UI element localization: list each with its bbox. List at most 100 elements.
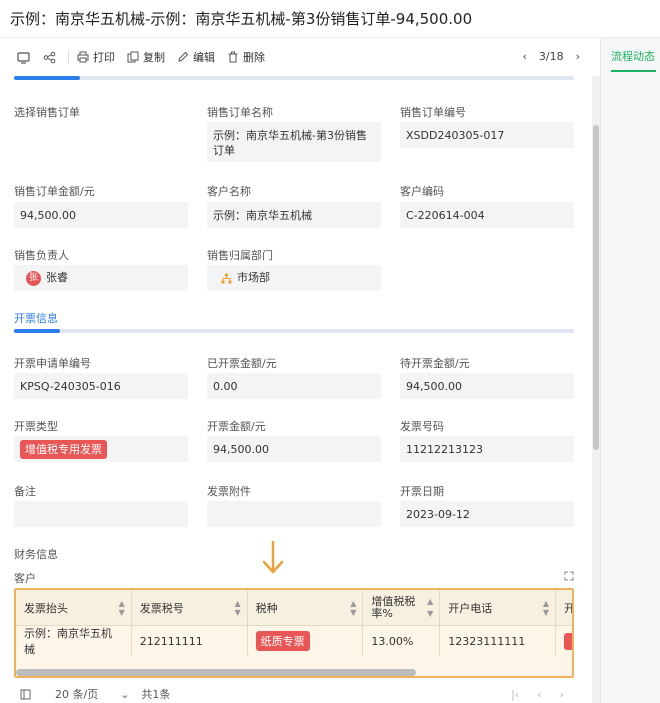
- copy-icon: [127, 51, 139, 63]
- prev-record-icon[interactable]: ‹: [522, 50, 526, 63]
- cell-title: 示例：南京华五机械: [16, 626, 132, 656]
- next-record-icon[interactable]: ›: [576, 50, 580, 63]
- invoice-attachment-label: 发票附件: [207, 485, 251, 498]
- sort-icon: ▲ ▼: [542, 598, 550, 617]
- copy-label: 复制: [143, 51, 165, 64]
- screen-icon[interactable]: [14, 48, 32, 66]
- table-row[interactable]: 示例：南京华五机械 212111111 纸质专票 13.00% 12323111…: [16, 626, 572, 656]
- printer-icon: [77, 51, 89, 63]
- order-number-label: 销售订单编号: [400, 106, 466, 119]
- cell-tax-type: 纸质专票: [248, 626, 364, 656]
- remark-label: 备注: [14, 485, 36, 498]
- customer-name-value: 示例：南京华五机械: [207, 202, 381, 228]
- horizontal-scrollbar[interactable]: [16, 669, 416, 676]
- column-header-phone[interactable]: 开户电话 ▲ ▼: [440, 590, 557, 625]
- select-order-label: 选择销售订单: [14, 106, 80, 119]
- prev-page-icon[interactable]: ‹: [537, 688, 541, 701]
- invoice-section-underline: [14, 329, 574, 333]
- customer-name-label: 客户名称: [207, 185, 251, 198]
- order-number-value: XSDD240305-017: [400, 122, 574, 148]
- column-header-more[interactable]: 开: [556, 590, 572, 625]
- sort-icon: ▲ ▼: [234, 598, 241, 617]
- page-size-select[interactable]: 20 条/页: [55, 686, 98, 702]
- print-button[interactable]: 打印: [77, 49, 115, 65]
- invoice-amount-value: 94,500.00: [207, 436, 381, 462]
- sales-owner-value: 张张睿: [14, 265, 188, 291]
- toolbar-divider: [68, 50, 69, 64]
- invoiced-amount-label: 已开票金额/元: [207, 357, 277, 370]
- order-amount-value: 94,500.00: [14, 202, 188, 228]
- invoice-date-value: 2023-09-12: [400, 501, 574, 527]
- order-name-value: 示例：南京华五机械-第3份销售订单: [207, 122, 381, 162]
- sales-owner-name: 张睿: [46, 271, 68, 284]
- invoice-type-label: 开票类型: [14, 420, 58, 433]
- order-section-underline: [14, 76, 574, 80]
- invoice-section-title: 开票信息: [14, 312, 58, 325]
- page-title: 示例：南京华五机械-示例：南京华五机械-第3份销售订单-94,500.00: [0, 0, 660, 38]
- org-chart-icon: [221, 273, 232, 283]
- remark-value: [14, 501, 188, 527]
- customer-code-label: 客户编码: [400, 185, 444, 198]
- tab-process-timeline[interactable]: 流程动态: [611, 48, 656, 72]
- column-header-vat-rate[interactable]: 增值税税率% ▲ ▼: [363, 590, 441, 625]
- print-label: 打印: [93, 51, 115, 64]
- invoiced-amount-value: 0.00: [207, 373, 381, 399]
- sort-icon: ▲ ▼: [350, 598, 357, 617]
- sales-dept-value: 市场部: [207, 265, 381, 291]
- tax-type-tag: 纸质专票: [255, 631, 310, 651]
- order-amount-label: 销售订单金额/元: [14, 185, 95, 198]
- delete-button[interactable]: 删除: [227, 49, 265, 65]
- column-header-tax-no[interactable]: 发票税号 ▲ ▼: [132, 590, 248, 625]
- invoice-type-tag: 增值税专用发票: [20, 440, 107, 459]
- right-panel: 流程动态: [600, 38, 660, 703]
- first-page-icon[interactable]: |‹: [511, 688, 519, 701]
- edit-button[interactable]: 编辑: [177, 49, 215, 65]
- customer-code-value: C-220614-004: [400, 202, 574, 228]
- pagination: |‹ ‹ ›: [511, 688, 564, 701]
- toolbar: 打印 复制 编辑 删除 ‹ 3/18 ›: [0, 42, 600, 72]
- invoice-request-no-value: KPSQ-240305-016: [14, 373, 188, 399]
- invoice-attachment-value: [207, 501, 381, 527]
- main-content: 选择销售订单 销售订单名称 示例：南京华五机械-第3份销售订单 销售订单编号 X…: [0, 76, 590, 703]
- delete-label: 删除: [243, 51, 265, 64]
- table-header: 发票抬头 ▲ ▼ 发票税号 ▲ ▼ 税种 ▲ ▼ 增值税税率% ▲ ▼ 开户电话 ▲ ▼ 开: [16, 590, 572, 626]
- invoice-date-label: 开票日期: [400, 485, 444, 498]
- column-settings-icon[interactable]: [20, 689, 31, 700]
- sales-dept-label: 销售归属部门: [207, 249, 273, 262]
- invoice-number-label: 发票号码: [400, 420, 444, 433]
- pencil-icon: [178, 51, 189, 62]
- sort-icon: ▲ ▼: [427, 596, 434, 618]
- pager-count: 3/18: [538, 50, 564, 63]
- invoice-number-value: 11212213123: [400, 436, 574, 462]
- cell-tax-no: 212111111: [132, 626, 248, 656]
- sales-owner-label: 销售负责人: [14, 249, 69, 262]
- chevron-down-icon[interactable]: ⌄: [120, 688, 129, 701]
- record-pager: ‹ 3/18 ›: [522, 50, 580, 63]
- next-page-icon[interactable]: ›: [560, 688, 564, 701]
- sales-dept-name: 市场部: [237, 271, 270, 284]
- expand-icon[interactable]: [564, 571, 574, 581]
- cell-more: [556, 626, 572, 656]
- total-count: 共1条: [141, 688, 171, 701]
- table-footer: 20 条/页 ⌄ 共1条 |‹ ‹ ›: [14, 684, 574, 703]
- trash-icon: [228, 51, 238, 63]
- customer-table: 发票抬头 ▲ ▼ 发票税号 ▲ ▼ 税种 ▲ ▼ 增值税税率% ▲ ▼ 开户电话 ▲ ▼ 开 示例：…: [14, 588, 574, 678]
- arrow-down-icon: [262, 541, 284, 574]
- avatar: 张: [26, 270, 41, 286]
- invoice-amount-label: 开票金额/元: [207, 420, 266, 433]
- column-header-title[interactable]: 发票抬头 ▲ ▼: [16, 590, 132, 625]
- order-name-label: 销售订单名称: [207, 106, 273, 119]
- sort-icon: ▲ ▼: [118, 598, 125, 617]
- column-header-tax-type[interactable]: 税种 ▲ ▼: [248, 590, 364, 625]
- customer-table-label: 客户: [14, 572, 36, 585]
- finance-section-title: 财务信息: [14, 548, 58, 561]
- pending-amount-label: 待开票金额/元: [400, 357, 470, 370]
- cell-vat-rate: 13.00%: [363, 626, 441, 656]
- vertical-scrollbar-thumb[interactable]: [593, 125, 599, 450]
- copy-button[interactable]: 复制: [127, 49, 165, 65]
- edit-label: 编辑: [193, 51, 215, 64]
- invoice-type-value: 增值税专用发票: [14, 436, 188, 462]
- invoice-request-no-label: 开票申请单编号: [14, 357, 91, 370]
- share-icon[interactable]: [40, 48, 58, 66]
- cell-phone: 12323111111: [440, 626, 557, 656]
